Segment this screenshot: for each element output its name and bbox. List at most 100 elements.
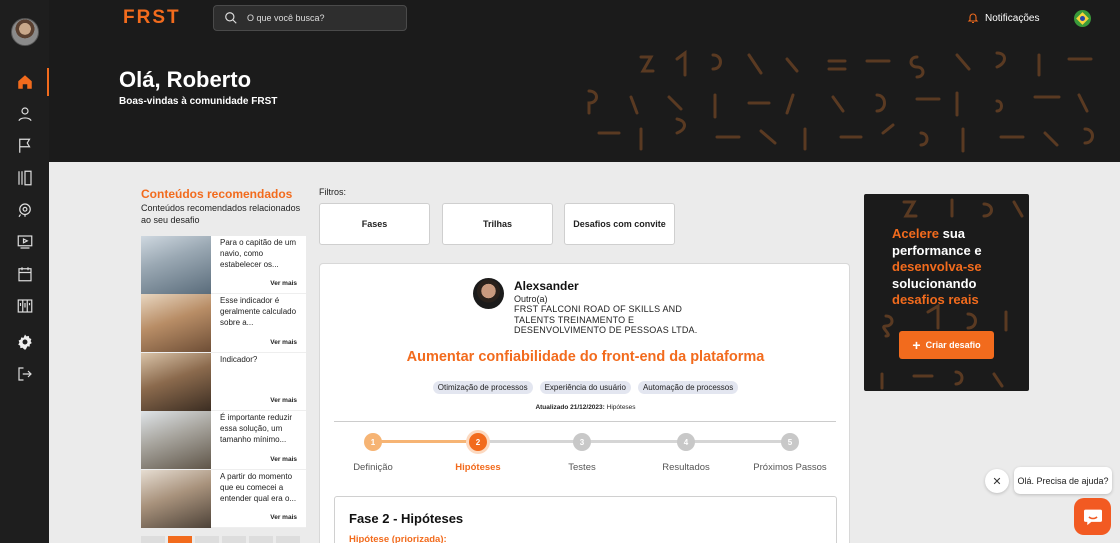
pager-dot[interactable] [276, 536, 300, 543]
sidebar-item-kanban[interactable] [0, 290, 49, 322]
step-5-indicator[interactable]: 5 [781, 433, 799, 451]
list-item[interactable]: A partir do momento que eu comecei a ent… [141, 469, 306, 528]
content-thumbnail [141, 352, 211, 411]
sidebar-item-calendar[interactable] [0, 258, 49, 290]
avatar[interactable] [11, 18, 39, 46]
frst-logo[interactable]: FRST [123, 7, 181, 29]
updated-phase: Hipóteses [606, 404, 636, 411]
see-more-link[interactable]: Ver mais [270, 514, 297, 521]
filter-phases-button[interactable]: Fases [319, 203, 430, 245]
language-flag-icon[interactable] [1074, 10, 1091, 27]
pager-dot[interactable] [141, 536, 165, 543]
step-4-label[interactable]: Resultados [641, 462, 731, 473]
sidebar-item-videos[interactable] [0, 226, 49, 258]
list-item[interactable]: Indicador? Ver mais [141, 352, 306, 412]
chat-greeting[interactable]: Olá. Precisa de ajuda? [1014, 467, 1112, 494]
sidebar-item-profile[interactable] [0, 98, 49, 130]
author-name[interactable]: Alexsander [514, 279, 579, 293]
sidebar-item-library[interactable] [0, 162, 49, 194]
user-icon [17, 107, 32, 122]
step-5-label[interactable]: Próximos Passos [745, 462, 835, 473]
greeting-subtitle: Boas-vindas à comunidade FRST [119, 96, 278, 107]
see-more-link[interactable]: Ver mais [270, 339, 297, 346]
pager-dot[interactable] [195, 536, 219, 543]
create-challenge-promo: Acelere sua performance e desenvolva-se … [864, 194, 1029, 391]
create-challenge-label: Criar desafio [925, 340, 981, 350]
sidebar-item-logout[interactable] [0, 358, 49, 390]
filters-label: Filtros: [319, 187, 346, 197]
sidebar-item-settings[interactable] [0, 326, 49, 358]
chat-close-button[interactable]: ✕ [985, 469, 1009, 493]
author-company: FRST FALCONI ROAD OF SKILLS AND TALENTS … [514, 304, 698, 335]
step-3-label[interactable]: Testes [537, 462, 627, 473]
step-4-indicator[interactable]: 4 [677, 433, 695, 451]
promo-headline: Acelere sua performance e desenvolva-se … [892, 226, 1022, 309]
search-icon [225, 12, 237, 24]
video-icon [17, 235, 32, 249]
content-excerpt: Esse indicador é geralmente calculado so… [220, 296, 297, 328]
step-1-indicator[interactable]: 1 [364, 433, 382, 451]
sidebar-item-journey[interactable] [0, 194, 49, 226]
content-excerpt: Indicador? [220, 354, 258, 364]
logout-icon [17, 367, 32, 381]
list-item[interactable]: É importante reduzir essa solução, um ta… [141, 411, 306, 470]
pager-dot[interactable] [222, 536, 246, 543]
updated-info: Atualizado 21/12/2023: Hipóteses [320, 404, 851, 411]
tag-badge: Otimização de processos [432, 381, 533, 394]
topbar: FRST Notificações [49, 0, 1120, 37]
see-more-link[interactable]: Ver mais [270, 456, 297, 463]
sidebar-item-challenges[interactable] [0, 130, 49, 162]
bell-icon [967, 13, 979, 24]
home-icon [17, 75, 32, 89]
author-avatar[interactable] [473, 278, 504, 309]
gear-icon [17, 334, 32, 350]
content-excerpt: A partir do momento que eu comecei a ent… [220, 471, 297, 503]
plus-icon: + [912, 337, 921, 353]
list-item[interactable]: Para o capitão de um navio, como estabel… [141, 236, 306, 295]
step-2-indicator[interactable]: 2 [469, 433, 487, 451]
content-excerpt: É importante reduzir essa solução, um ta… [220, 413, 293, 445]
content-thumbnail [141, 469, 211, 528]
pager-dot-active[interactable] [168, 536, 192, 543]
step-1-label[interactable]: Definição [328, 462, 418, 473]
recommended-title: Conteúdos recomendados [141, 187, 293, 201]
search-bar[interactable] [213, 5, 407, 31]
filter-tracks-button[interactable]: Trilhas [442, 203, 553, 245]
sidebar [0, 0, 49, 543]
chat-icon [1083, 509, 1102, 525]
promo-accent-1: Acelere [892, 226, 939, 241]
notifications-button[interactable]: Notificações [967, 12, 1039, 24]
see-more-link[interactable]: Ver mais [270, 397, 297, 404]
chat-launcher-button[interactable] [1074, 498, 1111, 535]
create-challenge-button[interactable]: + Criar desafio [899, 331, 994, 359]
hypothesis-heading: Hipótese (priorizada): [349, 534, 447, 543]
sidebar-item-home[interactable] [0, 66, 49, 98]
search-input[interactable] [247, 13, 387, 23]
filter-invited-challenges-button[interactable]: Desafios com convite [564, 203, 675, 245]
greeting-title: Olá, Roberto [119, 67, 252, 92]
content-excerpt: Para o capitão de um navio, como estabel… [220, 238, 297, 269]
phase-section: Fase 2 - Hipóteses Hipótese (priorizada)… [334, 496, 837, 543]
pager-dot[interactable] [249, 536, 273, 543]
progress-track-remaining [478, 440, 791, 443]
tag-badge: Automação de processos [637, 381, 739, 394]
content-thumbnail [141, 294, 211, 353]
author-role: Outro(a) [514, 294, 548, 304]
promo-accent-2: desenvolva-se [892, 259, 982, 274]
list-item[interactable]: Esse indicador é geralmente calculado so… [141, 294, 306, 353]
rocket-icon [18, 203, 31, 218]
promo-accent-3: desafios reais [892, 292, 979, 307]
challenge-tags: Otimização de processos Experiência do u… [320, 381, 851, 394]
promo-text-2: solucionando [892, 275, 977, 291]
content-thumbnail [141, 236, 211, 294]
recommended-subtitle: Conteúdos recomendados relacionados ao s… [141, 203, 301, 225]
step-3-indicator[interactable]: 3 [573, 433, 591, 451]
kanban-icon [17, 299, 32, 313]
step-2-label[interactable]: Hipóteses [433, 462, 523, 473]
notifications-label: Notificações [985, 12, 1040, 24]
recommended-list: Para o capitão de um navio, como estabel… [141, 236, 306, 528]
phase-title: Fase 2 - Hipóteses [349, 511, 464, 526]
see-more-link[interactable]: Ver mais [270, 280, 297, 287]
challenge-title[interactable]: Aumentar confiabilidade do front-end da … [320, 349, 851, 365]
progress-track-done [373, 440, 478, 443]
